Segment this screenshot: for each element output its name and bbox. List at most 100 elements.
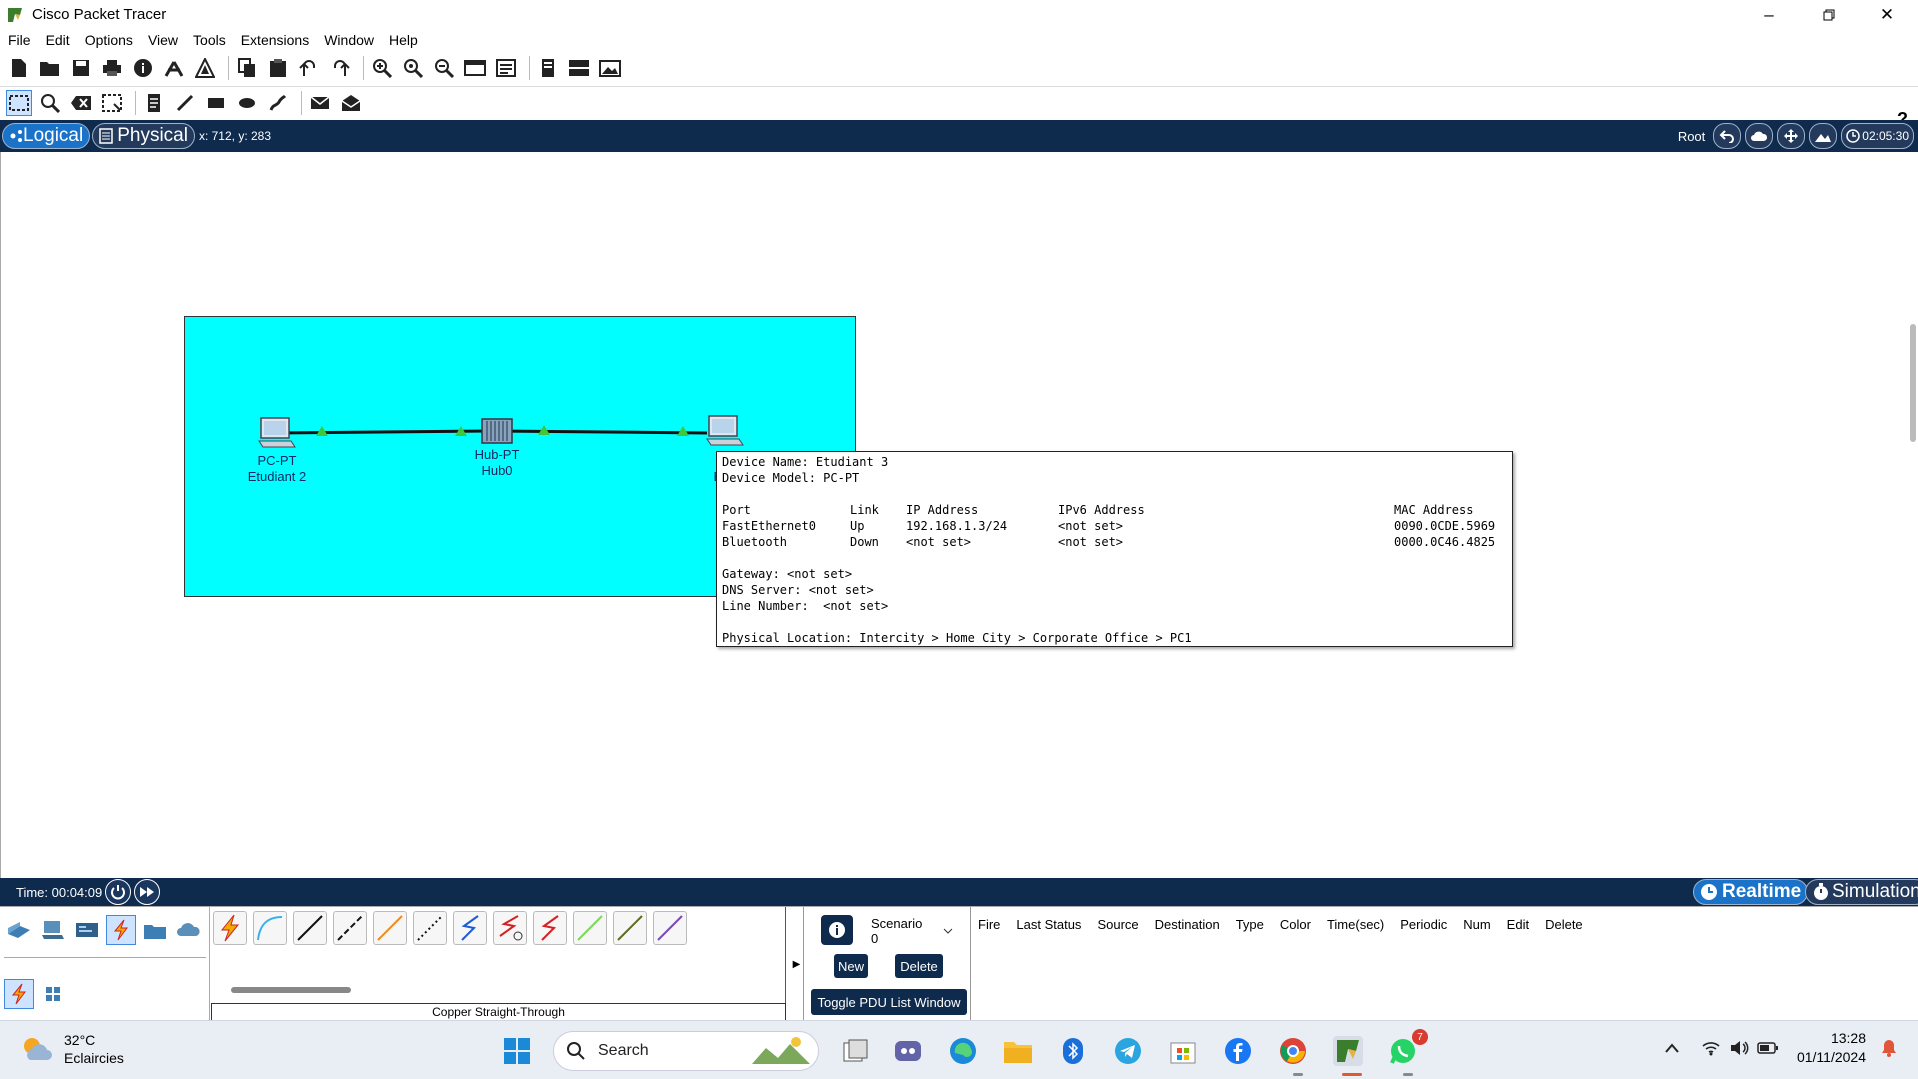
copy-icon[interactable]	[234, 55, 260, 81]
restore-button[interactable]	[1800, 0, 1858, 29]
pc-device-etudiant-2[interactable]	[257, 417, 297, 449]
network-info-icon[interactable]	[161, 55, 187, 81]
new-cluster-icon[interactable]	[1745, 123, 1774, 149]
col-num[interactable]: Num	[1463, 917, 1490, 932]
tab-physical[interactable]: Physical	[92, 123, 195, 149]
copper-straight-through-icon[interactable]	[293, 911, 327, 945]
drawing-palette-icon[interactable]	[462, 55, 488, 81]
toggle-pdu-list-button[interactable]: Toggle PDU List Window	[811, 989, 967, 1015]
menu-help[interactable]: Help	[389, 32, 418, 48]
file-explorer-icon[interactable]	[1003, 1036, 1033, 1066]
freeform-tool-icon[interactable]	[265, 90, 291, 116]
col-type[interactable]: Type	[1236, 917, 1264, 932]
draw-line-icon[interactable]	[172, 90, 198, 116]
select-tool-icon[interactable]	[6, 90, 32, 116]
menu-options[interactable]: Options	[85, 32, 133, 48]
end-devices-icon[interactable]	[38, 915, 68, 945]
col-time[interactable]: Time(sec)	[1327, 917, 1384, 932]
network-devices-icon[interactable]	[4, 915, 34, 945]
save-icon[interactable]	[68, 55, 94, 81]
scenario-info-button[interactable]	[821, 915, 853, 945]
hub-device-hub0[interactable]	[481, 417, 513, 445]
add-complex-pdu-icon[interactable]	[338, 90, 364, 116]
chevron-up-icon[interactable]	[1665, 1043, 1679, 1053]
chrome-icon[interactable]	[1278, 1036, 1308, 1066]
col-source[interactable]: Source	[1097, 917, 1138, 932]
phone-cable-icon[interactable]	[413, 911, 447, 945]
custom-devices-dialog-icon[interactable]	[493, 55, 519, 81]
col-delete[interactable]: Delete	[1545, 917, 1583, 932]
fiber-cable-icon[interactable]	[373, 911, 407, 945]
back-icon[interactable]	[1713, 123, 1742, 149]
facebook-icon[interactable]	[1223, 1036, 1253, 1066]
menu-edit[interactable]: Edit	[46, 32, 70, 48]
simulation-mode-button[interactable]: Simulation	[1805, 879, 1918, 905]
draw-rectangle-icon[interactable]	[203, 90, 229, 116]
viewport-clock[interactable]: 02:05:30	[1841, 123, 1914, 149]
menu-view[interactable]: View	[148, 32, 178, 48]
resize-shape-tool-icon[interactable]	[99, 90, 125, 116]
octal-cable-icon[interactable]	[573, 911, 607, 945]
taskbar-clock[interactable]: 13:28 01/11/2024	[1797, 1029, 1866, 1067]
open-folder-icon[interactable]	[37, 55, 63, 81]
microsoft-store-icon[interactable]	[1168, 1036, 1198, 1066]
copper-cross-over-icon[interactable]	[333, 911, 367, 945]
ipc-icon[interactable]	[535, 55, 561, 81]
close-button[interactable]: ✕	[1858, 0, 1916, 29]
weather-widget[interactable]: 32°C Eclaircies	[20, 1031, 124, 1067]
realtime-mode-button[interactable]: Realtime	[1693, 879, 1809, 905]
delete-tool-icon[interactable]	[68, 90, 94, 116]
screenshot-icon[interactable]	[597, 55, 623, 81]
task-view-icon[interactable]	[841, 1036, 871, 1066]
delete-scenario-button[interactable]: Delete	[895, 954, 943, 978]
panel-toggle-arrow[interactable]: ▶	[790, 907, 804, 1021]
zoom-out-icon[interactable]	[431, 55, 457, 81]
move-object-icon[interactable]	[1777, 123, 1806, 149]
scenario-dropdown[interactable]: Scenario 0	[863, 916, 953, 946]
logical-workspace-canvas[interactable]: PC-PT Etudiant 2 Hub-PT Hub0 P Etu Devic…	[0, 152, 1918, 1020]
iot-custom-cable-icon[interactable]	[613, 911, 647, 945]
add-simple-pdu-icon[interactable]	[307, 90, 333, 116]
packet-tracer-taskbar-icon[interactable]	[1333, 1036, 1363, 1066]
print-icon[interactable]	[99, 55, 125, 81]
set-tiled-background-icon[interactable]	[1809, 123, 1838, 149]
taskbar-search[interactable]: Search	[553, 1031, 819, 1071]
bluetooth-icon[interactable]	[1058, 1036, 1088, 1066]
structured-cabling-icon[interactable]	[38, 979, 68, 1009]
col-last-status[interactable]: Last Status	[1016, 917, 1081, 932]
zoom-reset-icon[interactable]	[400, 55, 426, 81]
new-file-icon[interactable]	[6, 55, 32, 81]
server-rack-icon[interactable]	[566, 55, 592, 81]
minimize-button[interactable]: –	[1740, 0, 1798, 29]
console-cable-icon[interactable]	[253, 911, 287, 945]
serial-dce-cable-icon[interactable]	[493, 911, 527, 945]
redo-icon[interactable]	[327, 55, 353, 81]
activity-wizard-info-icon[interactable]	[130, 55, 156, 81]
components-icon[interactable]	[72, 915, 102, 945]
fast-forward-time-icon[interactable]	[134, 879, 161, 905]
miscellaneous-icon[interactable]	[140, 915, 170, 945]
power-cycle-devices-icon[interactable]	[105, 879, 132, 905]
volume-icon[interactable]	[1729, 1040, 1749, 1056]
usb-cable-icon[interactable]	[653, 911, 687, 945]
draw-ellipse-icon[interactable]	[234, 90, 260, 116]
automatic-cable-icon[interactable]	[213, 911, 247, 945]
col-periodic[interactable]: Periodic	[1400, 917, 1447, 932]
pc-device-etudiant-3[interactable]	[705, 415, 745, 447]
windows-start-icon[interactable]	[502, 1036, 532, 1066]
notification-bell-icon[interactable]	[1880, 1038, 1898, 1058]
telegram-icon[interactable]	[1113, 1036, 1143, 1066]
battery-icon[interactable]	[1757, 1041, 1779, 1055]
cable-scrollbar[interactable]	[231, 987, 351, 993]
new-scenario-button[interactable]: New	[834, 954, 868, 978]
multiuser-connection-icon[interactable]	[174, 915, 204, 945]
undo-icon[interactable]	[296, 55, 322, 81]
root-label[interactable]: Root	[1678, 129, 1705, 144]
col-color[interactable]: Color	[1280, 917, 1311, 932]
teams-icon[interactable]	[893, 1036, 923, 1066]
serial-dte-cable-icon[interactable]	[533, 911, 567, 945]
inspect-tool-icon[interactable]	[37, 90, 63, 116]
menu-tools[interactable]: Tools	[193, 32, 226, 48]
vertical-scrollbar[interactable]	[1910, 324, 1916, 442]
menu-file[interactable]: File	[8, 32, 31, 48]
